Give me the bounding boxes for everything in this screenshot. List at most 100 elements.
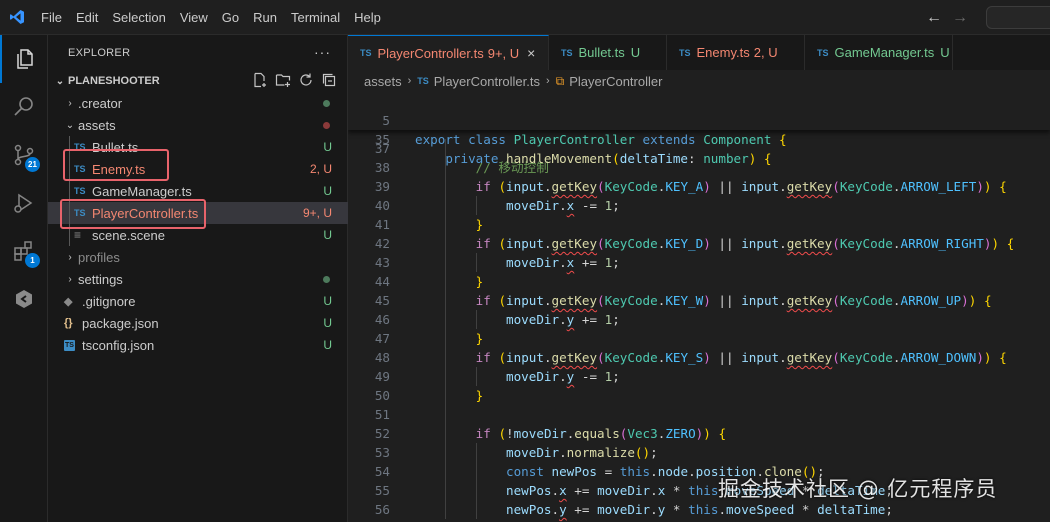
indent-guide [445,405,447,424]
tree-item-creator[interactable]: › .creator [48,92,348,114]
git-status: U [323,316,332,330]
watermark: 掘金技术社区 @ 亿元程序员 [718,477,998,501]
code-line: 39 if (input.getKey(KeyCode.KEY_A) || in… [348,177,1050,196]
typescript-file-icon: TS [360,48,372,58]
code-line: 48 if (input.getKey(KeyCode.KEY_S) || in… [348,348,1050,367]
vscode-logo-icon [0,0,34,35]
breadcrumb-folder[interactable]: assets [364,74,402,89]
line-number: 47 [374,331,390,346]
tab-status: 9+, U [487,45,520,61]
new-folder-icon[interactable] [275,72,291,88]
collapse-all-icon[interactable] [321,72,337,88]
tree-item-label: GameManager.ts [92,183,192,199]
sticky-scroll: 5 export class PlayerController extends … [348,92,1050,166]
code-line: 49 moveDir.y -= 1; [348,367,1050,386]
line-number: 44 [374,274,390,289]
explorer-actions [252,72,337,88]
run-debug-icon[interactable] [0,179,48,227]
menu-run[interactable]: Run [246,10,284,25]
more-actions-icon[interactable]: ··· [314,44,331,60]
cocos-extension-icon[interactable] [0,275,48,323]
chevron-down-icon: ⌄ [65,119,75,131]
menu-selection[interactable]: Selection [105,10,172,25]
menu-terminal[interactable]: Terminal [284,10,347,25]
chevron-down-icon: ⌄ [55,75,65,87]
tab-status: 2, U [753,45,778,60]
tab-enemy[interactable]: TS Enemy.ts 2, U [667,35,805,70]
code-line: 43 moveDir.x += 1; [348,253,1050,272]
back-arrow-icon[interactable]: ← [925,9,943,27]
title-bar: File Edit Selection View Go Run Terminal… [0,0,1050,35]
line-number: 45 [374,293,390,308]
forward-arrow-icon[interactable]: → [951,9,969,27]
code-line: 44 } [348,272,1050,291]
command-center[interactable] [986,6,1050,29]
tab-label: Enemy.ts [696,45,750,60]
line-number: 55 [374,483,390,498]
refresh-icon[interactable] [298,72,314,88]
line-number: 35 [374,132,390,147]
code-line: 53 moveDir.normalize(); [348,443,1050,462]
line-number: 41 [374,217,390,232]
editor-tabs: TS PlayerController.ts 9+, U × TS Bullet… [348,35,1050,70]
tree-item-package-json[interactable]: {} package.json U [48,312,348,334]
code-line: 52 if (!moveDir.equals(Vec3.ZERO)) { [348,424,1050,443]
code-line: 50 } [348,386,1050,405]
close-icon[interactable]: × [527,45,535,61]
status-dot [323,276,330,283]
menu-edit[interactable]: Edit [69,10,105,25]
search-icon[interactable] [0,83,48,131]
code-lines: 37 38 // 移动控制 39 if (input.getKey(KeyCode.… [348,139,1050,519]
menu-help[interactable]: Help [347,10,388,25]
extensions-badge: 1 [25,253,40,268]
explorer-icon[interactable] [0,35,48,83]
code-line: 42 if (input.getKey(KeyCode.KEY_D) || in… [348,234,1050,253]
code-text: moveDir.x -= 1; [506,198,620,213]
tab-bullet[interactable]: TS Bullet.ts U [549,35,667,70]
project-name: PLANESHOOTER [68,75,160,87]
code-text: if (input.getKey(KeyCode.KEY_S) || input… [475,350,1007,365]
tree-item-settings[interactable]: › settings [48,268,348,290]
typescript-file-icon: TS [561,47,573,58]
tree-item-profiles[interactable]: › profiles [48,246,348,268]
tree-item-label: profiles [78,249,120,265]
tab-playercontroller[interactable]: TS PlayerController.ts 9+, U × [348,35,549,70]
menu-file[interactable]: File [34,10,69,25]
menu-view[interactable]: View [173,10,215,25]
git-status: 9+, U [302,206,332,220]
code-text: } [475,274,484,289]
code-text: } [475,217,484,232]
breadcrumb-file[interactable]: PlayerController.ts [434,74,540,89]
scm-badge: 21 [25,157,40,172]
code-text: moveDir.x += 1; [506,255,620,270]
extensions-icon[interactable]: 1 [0,227,48,275]
code-text: } [475,388,484,403]
tab-status: U [630,45,641,60]
tree-item-tsconfig[interactable]: TS tsconfig.json U [48,334,348,356]
menu-go[interactable]: Go [215,10,246,25]
tab-label: Bullet.ts [578,45,625,60]
source-control-icon[interactable]: 21 [0,131,48,179]
code-line: 47 } [348,329,1050,348]
tree-item-gitignore[interactable]: ◆ .gitignore U [48,290,348,312]
new-file-icon[interactable] [252,72,268,88]
tab-label: GameManager.ts [834,45,935,60]
chevron-right-icon: › [545,75,550,87]
code-editor[interactable]: 5 export class PlayerController extends … [348,92,1050,522]
code-text: } [475,331,484,346]
tree-item-label: scene.scene [92,227,165,243]
json-file-icon: {} [64,317,73,329]
code-text: moveDir.y += 1; [506,312,620,327]
menu-bar: File Edit Selection View Go Run Terminal… [34,0,388,35]
code-line: 5 export class PlayerController extends … [348,92,1050,147]
class-symbol-icon: ⧉ [555,73,565,88]
breadcrumb-symbol[interactable]: PlayerController [569,74,662,89]
line-number: 52 [374,426,390,441]
chevron-right-icon: › [68,273,72,285]
tab-gamemanager[interactable]: TS GameManager.ts U [805,35,953,70]
code-text: moveDir.y -= 1; [506,369,620,384]
code-body: 37 38 // 移动控制 39 if (input.getKey(KeyCode.… [348,120,1050,519]
tree-item-assets[interactable]: ⌄ assets [48,114,348,136]
git-status: 2, U [309,162,332,176]
code-line: 51 [348,405,1050,424]
